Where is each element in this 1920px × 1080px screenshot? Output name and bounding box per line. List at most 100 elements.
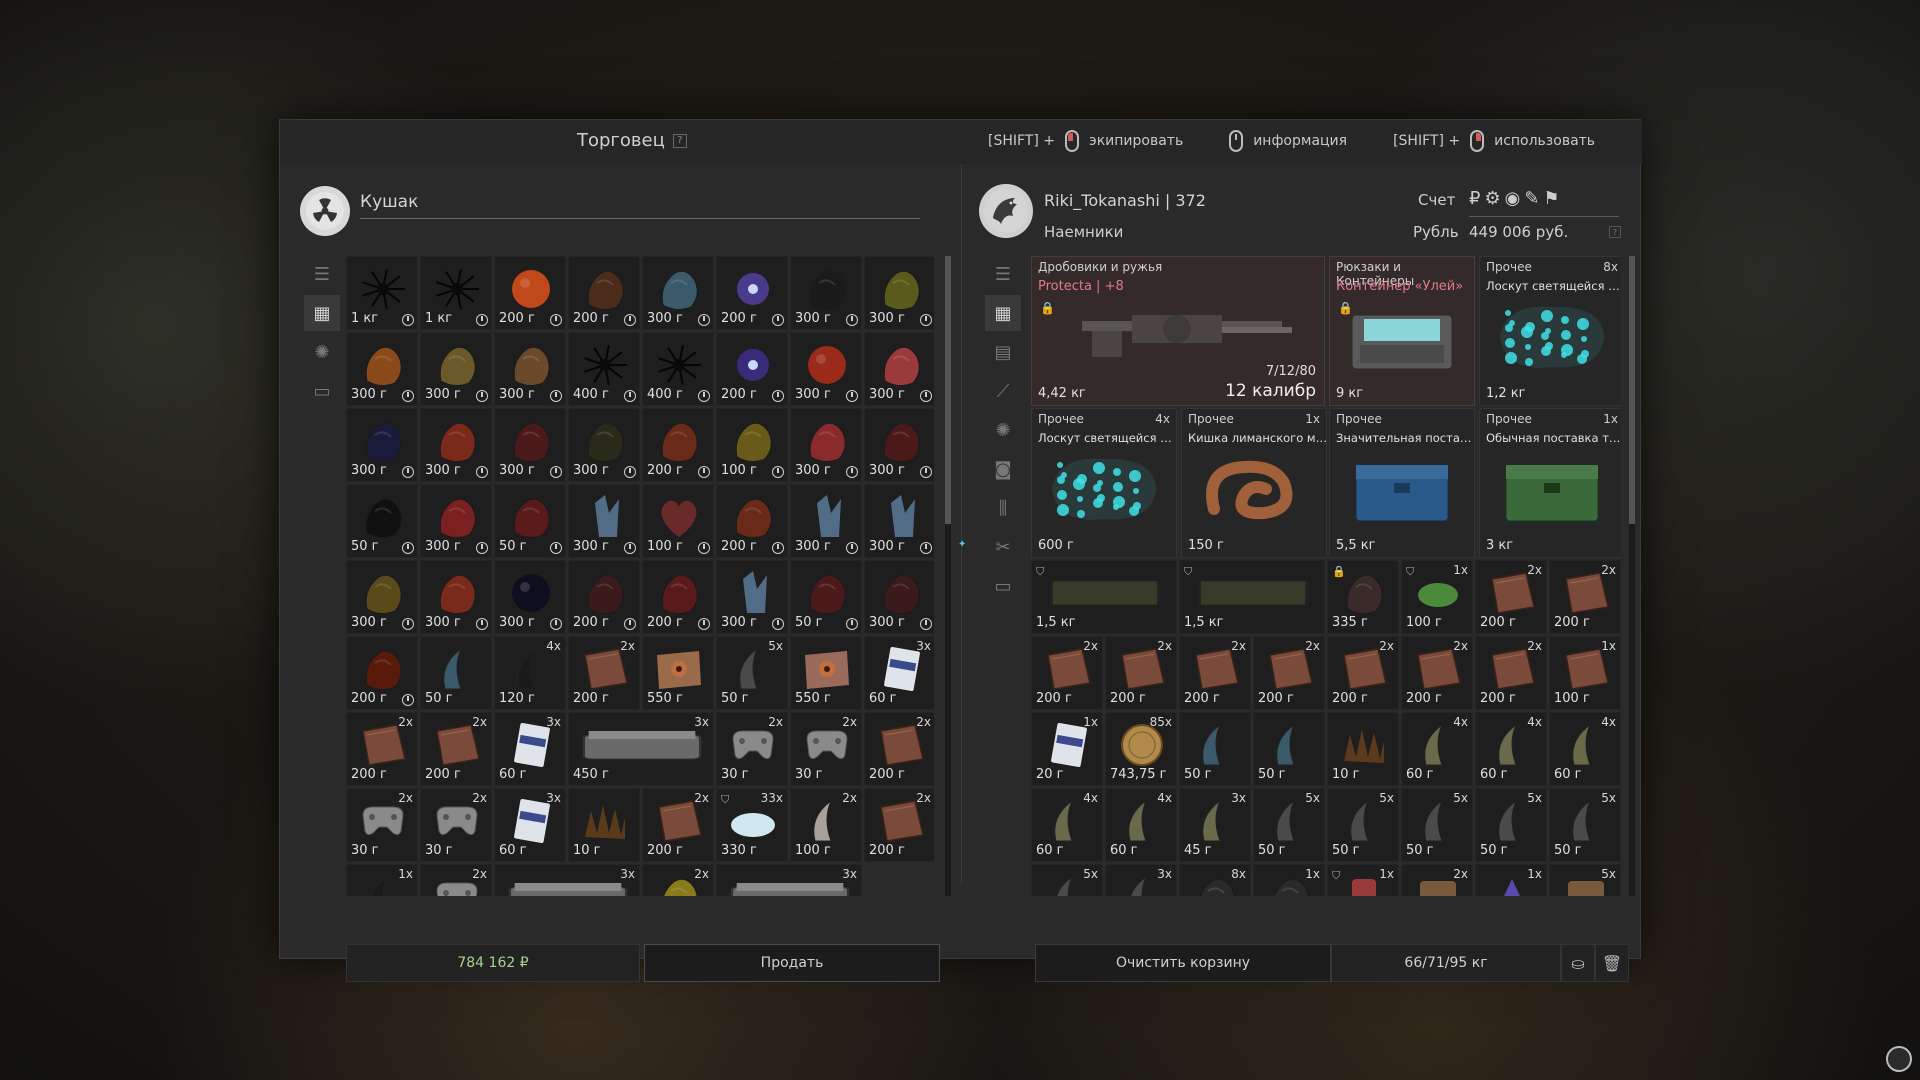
tools-filter-icon[interactable]: ✂ <box>985 529 1021 565</box>
armor-filter-icon[interactable]: ▤ <box>985 334 1021 370</box>
trader-item-cell[interactable]: 100 г <box>642 484 714 558</box>
trader-item-cell[interactable]: 300 г <box>494 332 566 406</box>
trader-item-cell[interactable]: 50 г <box>790 560 862 634</box>
player-scroll-thumb[interactable] <box>1629 256 1635 524</box>
player-item-card[interactable]: Прочее Обычная поставка торг... 1x 3 кг <box>1479 408 1621 558</box>
player-item-cell[interactable]: 1x 100 г <box>1549 636 1621 710</box>
trader-item-cell[interactable]: ⛉ 33x 330 г <box>716 788 788 862</box>
player-item-cell[interactable]: 5x <box>1549 864 1621 896</box>
player-item-cell[interactable]: 2x 200 г <box>1327 636 1399 710</box>
trader-item-cell[interactable]: 300 г <box>420 484 492 558</box>
player-item-cell[interactable]: ⛉ 1x <box>1327 864 1399 896</box>
trader-item-cell[interactable]: 550 г <box>790 636 862 710</box>
player-item-cell[interactable]: 10 г <box>1327 712 1399 786</box>
artifact-filter-icon[interactable]: ✺ <box>304 334 340 370</box>
trader-item-cell[interactable]: 2x 200 г <box>864 712 934 786</box>
trader-item-cell[interactable]: 300 г <box>790 484 862 558</box>
currency-icon-3[interactable]: ✎ <box>1524 188 1539 209</box>
trader-item-cell[interactable]: 300 г <box>568 484 640 558</box>
trader-item-cell[interactable]: 300 г <box>790 256 862 330</box>
device-filter-icon[interactable]: ◙ <box>985 451 1021 487</box>
player-item-cell[interactable]: 5x 50 г <box>1475 788 1547 862</box>
trader-item-cell[interactable]: 300 г <box>642 256 714 330</box>
trader-item-cell[interactable]: 300 г <box>494 408 566 482</box>
help-icon[interactable]: ? <box>672 133 687 148</box>
trader-item-cell[interactable]: 4x 120 г <box>494 636 566 710</box>
trader-item-cell[interactable]: 2x 30 г <box>346 788 418 862</box>
player-item-cell[interactable]: 4x 60 г <box>1475 712 1547 786</box>
player-item-cell[interactable]: 50 г <box>1179 712 1251 786</box>
trader-item-cell[interactable]: 3x 60 г <box>494 788 566 862</box>
box-filter-icon[interactable]: ▭ <box>985 568 1021 604</box>
list-view-icon[interactable]: ☰ <box>985 256 1021 292</box>
player-item-cell[interactable]: 85x 743,75 г <box>1105 712 1177 786</box>
trader-item-cell[interactable]: 3x 60 г <box>494 712 566 786</box>
player-item-cell[interactable]: 3x <box>1105 864 1177 896</box>
trader-item-cell[interactable]: 300 г <box>568 408 640 482</box>
grid-view-icon[interactable]: ▦ <box>304 295 340 331</box>
list-view-icon[interactable]: ☰ <box>304 256 340 292</box>
currency-icon-2[interactable]: ◉ <box>1505 188 1521 209</box>
trader-item-cell[interactable]: 50 г <box>494 484 566 558</box>
player-item-cell[interactable]: 2x 200 г <box>1179 636 1251 710</box>
trader-item-cell[interactable]: 300 г <box>790 332 862 406</box>
trader-item-cell[interactable]: 200 г <box>568 256 640 330</box>
trader-item-cell[interactable]: 300 г <box>346 408 418 482</box>
trader-item-cell[interactable]: 300 г <box>864 332 934 406</box>
trader-item-cell[interactable]: 300 г <box>716 560 788 634</box>
player-item-cell[interactable]: ⛉ 1,5 кг <box>1031 560 1177 634</box>
trader-item-cell[interactable]: 2x 200 г <box>864 788 934 862</box>
player-item-cell[interactable]: 1x 20 г <box>1031 712 1103 786</box>
currency-icon-1[interactable]: ⚙ <box>1484 188 1500 209</box>
trader-item-cell[interactable]: 3x 450 г <box>568 712 714 786</box>
player-scrollbar[interactable] <box>1629 256 1635 896</box>
box-filter-icon[interactable]: ▭ <box>304 373 340 409</box>
trader-item-cell[interactable]: 300 г <box>864 560 934 634</box>
trader-item-cell[interactable]: 200 г <box>494 256 566 330</box>
trader-item-cell[interactable]: 50 г <box>420 636 492 710</box>
trader-scrollbar[interactable] <box>945 256 951 896</box>
player-item-cell[interactable]: 3x 45 г <box>1179 788 1251 862</box>
trader-item-cell[interactable]: 200 г <box>642 408 714 482</box>
clear-cart-button[interactable]: Очистить корзину <box>1035 944 1331 982</box>
trader-item-cell[interactable]: 2x 30 г <box>716 712 788 786</box>
trader-item-cell[interactable]: 2x 200 г <box>568 636 640 710</box>
player-item-card[interactable]: Прочее Лоскут светящейся кож... 4x 600 г <box>1031 408 1177 558</box>
trader-scroll-thumb[interactable] <box>945 256 951 524</box>
trader-item-cell[interactable]: 2x <box>642 864 714 896</box>
trader-item-cell[interactable]: 3x <box>494 864 640 896</box>
trader-item-cell[interactable]: 2x 30 г <box>790 712 862 786</box>
trader-item-cell[interactable]: 2x <box>420 864 492 896</box>
trader-item-cell[interactable]: 200 г <box>568 560 640 634</box>
reload-icon[interactable] <box>1886 1046 1912 1072</box>
trader-item-cell[interactable]: 400 г <box>568 332 640 406</box>
player-item-cell[interactable]: ⛉ 1,5 кг <box>1179 560 1325 634</box>
trader-item-cell[interactable]: 200 г <box>716 484 788 558</box>
trader-item-cell[interactable]: 3x 60 г <box>864 636 934 710</box>
trader-item-cell[interactable]: 2x 200 г <box>642 788 714 862</box>
player-item-cell[interactable]: 4x 60 г <box>1401 712 1473 786</box>
sell-button[interactable]: Продать <box>644 944 940 982</box>
trash-icon[interactable]: 🗑 <box>1595 944 1629 982</box>
player-item-cell[interactable]: 2x 200 г <box>1475 636 1547 710</box>
player-item-cell[interactable]: 2x 200 г <box>1475 560 1547 634</box>
player-item-cell[interactable]: 2x <box>1401 864 1473 896</box>
trader-item-cell[interactable]: 200 г <box>716 332 788 406</box>
player-item-cell[interactable]: 5x 50 г <box>1401 788 1473 862</box>
player-item-card[interactable]: Прочее Значительная поставка... 5,5 кг <box>1329 408 1475 558</box>
trader-item-cell[interactable]: 10 г <box>568 788 640 862</box>
trader-item-cell[interactable]: 300 г <box>864 484 934 558</box>
trader-item-cell[interactable]: 2x 200 г <box>346 712 418 786</box>
trader-item-cell[interactable]: 1x <box>346 864 418 896</box>
trader-item-cell[interactable]: 300 г <box>346 332 418 406</box>
player-item-card[interactable]: Прочее Лоскут светящейся кож... 8x 1,2 кг <box>1479 256 1621 406</box>
player-item-cell[interactable]: 2x 200 г <box>1105 636 1177 710</box>
player-item-cell[interactable]: 5x 50 г <box>1549 788 1621 862</box>
trader-item-cell[interactable]: 300 г <box>420 408 492 482</box>
trader-item-cell[interactable]: 1 кг <box>420 256 492 330</box>
trader-item-cell[interactable]: 300 г <box>864 256 934 330</box>
trader-item-cell[interactable]: 300 г <box>346 560 418 634</box>
player-item-cell[interactable]: 8x <box>1179 864 1251 896</box>
player-item-cell[interactable]: 2x 200 г <box>1549 560 1621 634</box>
trader-item-cell[interactable]: 3x <box>716 864 862 896</box>
